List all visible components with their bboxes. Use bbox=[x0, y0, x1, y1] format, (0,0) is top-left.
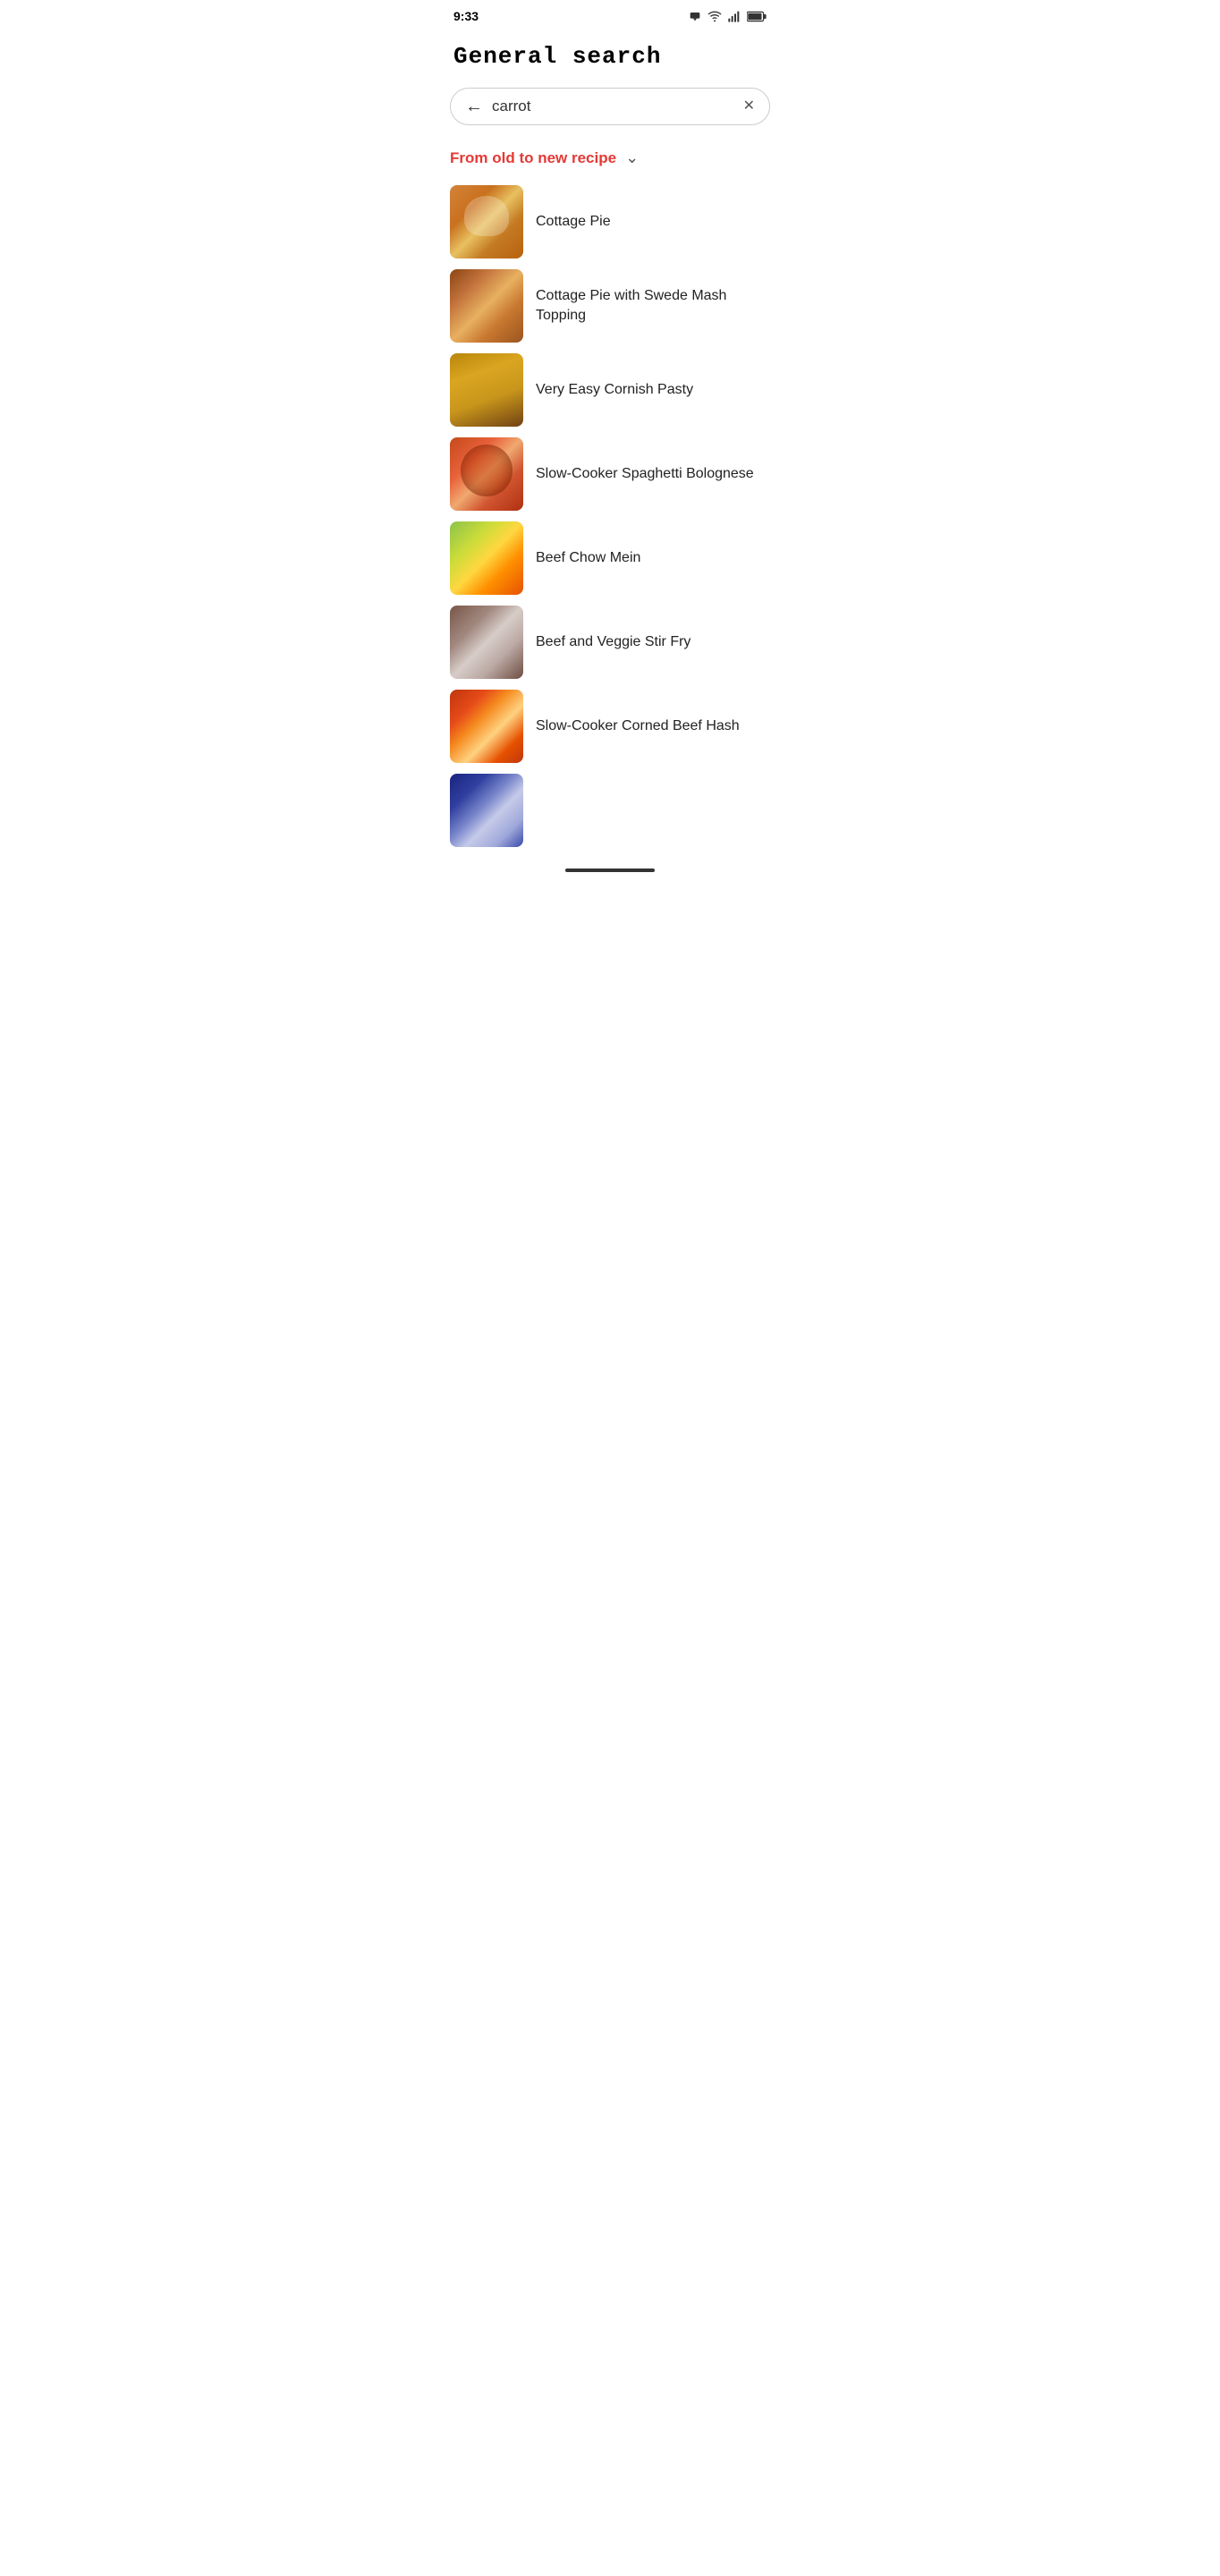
bottom-bar bbox=[436, 852, 784, 879]
list-item[interactable] bbox=[436, 768, 784, 852]
clear-button[interactable]: ✕ bbox=[743, 99, 755, 114]
signal-icon bbox=[727, 9, 741, 23]
search-input[interactable] bbox=[492, 97, 734, 115]
list-item[interactable]: Beef and Veggie Stir Fry bbox=[436, 600, 784, 684]
recipe-thumbnail bbox=[450, 353, 523, 427]
back-button[interactable]: ← bbox=[465, 97, 483, 115]
page-title: General search bbox=[436, 29, 784, 88]
list-item[interactable]: Beef Chow Mein bbox=[436, 516, 784, 600]
recipe-thumbnail bbox=[450, 774, 523, 847]
battery-icon bbox=[747, 11, 767, 22]
recipe-thumbnail bbox=[450, 606, 523, 679]
filter-row[interactable]: From old to new recipe ⌄ bbox=[436, 143, 784, 180]
recipe-thumbnail bbox=[450, 437, 523, 511]
search-bar: ← ✕ bbox=[450, 88, 770, 125]
chevron-down-icon: ⌄ bbox=[625, 148, 639, 167]
recipe-name: Slow-Cooker Corned Beef Hash bbox=[536, 716, 740, 736]
home-indicator bbox=[565, 869, 655, 872]
list-item[interactable]: Very Easy Cornish Pasty bbox=[436, 348, 784, 432]
recipe-thumbnail bbox=[450, 185, 523, 258]
recipe-thumbnail bbox=[450, 269, 523, 343]
recipe-thumbnail bbox=[450, 521, 523, 595]
notification-icon bbox=[688, 9, 702, 23]
recipe-thumbnail bbox=[450, 690, 523, 763]
recipe-list: Cottage Pie Cottage Pie with Swede Mash … bbox=[436, 180, 784, 852]
list-item[interactable]: Slow-Cooker Spaghetti Bolognese bbox=[436, 432, 784, 516]
status-bar: 9:33 bbox=[436, 0, 784, 29]
list-item[interactable]: Cottage Pie with Swede Mash Topping bbox=[436, 264, 784, 348]
recipe-name: Cottage Pie bbox=[536, 212, 611, 232]
recipe-name: Cottage Pie with Swede Mash Topping bbox=[536, 286, 770, 325]
status-time: 9:33 bbox=[453, 9, 479, 23]
filter-label: From old to new recipe bbox=[450, 149, 616, 167]
wifi-icon bbox=[707, 9, 722, 23]
status-icons bbox=[688, 9, 767, 23]
list-item[interactable]: Cottage Pie bbox=[436, 180, 784, 264]
list-item[interactable]: Slow-Cooker Corned Beef Hash bbox=[436, 684, 784, 768]
recipe-name: Beef Chow Mein bbox=[536, 548, 640, 568]
recipe-name: Very Easy Cornish Pasty bbox=[536, 380, 693, 400]
recipe-name: Beef and Veggie Stir Fry bbox=[536, 632, 690, 652]
recipe-name: Slow-Cooker Spaghetti Bolognese bbox=[536, 464, 754, 484]
